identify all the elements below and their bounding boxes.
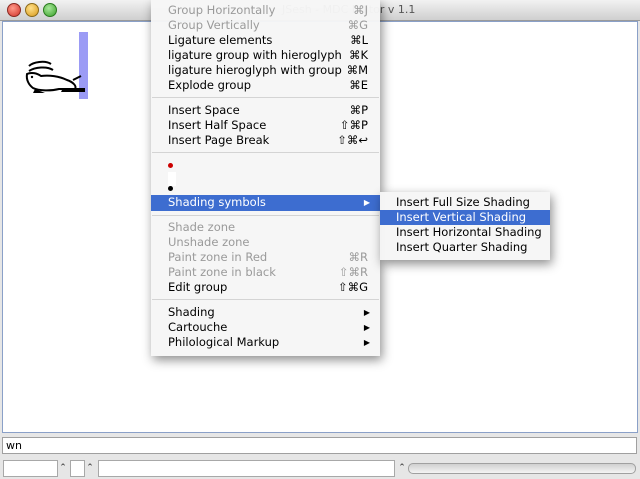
menu-item-label: Unshade zone	[168, 235, 250, 249]
menu-item-edit-group[interactable]: Edit group ⇧⌘G	[151, 280, 380, 295]
black-color-menu-item[interactable]	[168, 186, 173, 191]
submenu-arrow-icon: ▶	[363, 338, 370, 347]
info-stepper[interactable]: ⌃	[398, 460, 406, 475]
menu-item-explode-group[interactable]: Explode group ⌘E	[151, 78, 380, 93]
scale-slider[interactable]	[408, 463, 636, 474]
menu-item-unshade-zone[interactable]: Unshade zone	[151, 235, 380, 250]
shortcut-label: ⇧⌘↩	[337, 133, 368, 147]
mdc-text-field[interactable]: wn	[2, 437, 637, 454]
edit-menu: Group Horizontally ⌘J Group Vertically ⌘…	[151, 0, 380, 356]
menu-item-cartouche[interactable]: Cartouche ▶	[151, 320, 380, 335]
shortcut-label: ⌘E	[349, 78, 368, 92]
menu-item-label: Cartouche	[168, 320, 228, 334]
shortcut-label: ⇧⌘G	[337, 280, 368, 294]
menu-separator	[152, 215, 379, 216]
submenu-item-label: Insert Quarter Shading	[396, 240, 528, 254]
white-swatch	[168, 172, 176, 186]
shortcut-label: ⌘K	[348, 48, 368, 62]
menu-separator	[152, 152, 379, 153]
menu-item-shade-zone[interactable]: Shade zone	[151, 220, 380, 235]
menu-item-insert-space[interactable]: Insert Space ⌘P	[151, 103, 380, 118]
menu-item-label: Insert Page Break	[168, 133, 270, 147]
menu-item-ligature-hieroglyph-with-group[interactable]: ligature hieroglyph with group ⌘M	[151, 63, 380, 78]
menu-item-label: Insert Space	[168, 103, 240, 117]
menu-item-paint-zone-black[interactable]: Paint zone in black ⇧⌘R	[151, 265, 380, 280]
menu-item-label: Shade zone	[168, 220, 236, 234]
shortcut-label: ⌘J	[353, 3, 368, 17]
zoom-stepper[interactable]: ⌃	[59, 460, 67, 475]
menu-item-insert-half-space[interactable]: Insert Half Space ⇧⌘P	[151, 118, 380, 133]
red-color-menu-item[interactable]	[168, 163, 173, 168]
info-field[interactable]	[98, 460, 395, 477]
menu-item-label: Edit group	[168, 280, 228, 294]
menu-item-ligature-group-with-hieroglyph[interactable]: ligature group with hieroglyph ⌘K	[151, 48, 380, 63]
submenu-arrow-icon: ▶	[363, 198, 370, 207]
menu-item-ligature-elements[interactable]: Ligature elements ⌘L	[151, 33, 380, 48]
hare-hieroglyph-icon[interactable]	[23, 58, 87, 98]
menu-separator	[152, 97, 379, 98]
menu-item-philological-markup[interactable]: Philological Markup ▶	[151, 335, 380, 350]
shortcut-label: ⇧⌘R	[338, 265, 368, 279]
menu-item-label: ligature group with hieroglyph	[168, 48, 342, 62]
menu-item-label: Group Horizontally	[168, 3, 276, 17]
menu-item-label: Shading	[168, 305, 215, 319]
shortcut-label: ⌘P	[349, 103, 368, 117]
menu-item-insert-page-break[interactable]: Insert Page Break ⇧⌘↩	[151, 133, 380, 148]
submenu-item-label: Insert Full Size Shading	[396, 195, 530, 209]
menu-item-shading[interactable]: Shading ▶	[151, 305, 380, 320]
small-stepper[interactable]: ⌃	[86, 460, 94, 475]
minimize-button[interactable]	[25, 3, 39, 17]
submenu-item-full-size-shading[interactable]: Insert Full Size Shading	[380, 195, 550, 210]
menu-item-label: Paint zone in black	[168, 265, 276, 279]
shading-symbols-submenu: Insert Full Size Shading Insert Vertical…	[380, 192, 550, 260]
zoom-button[interactable]	[43, 3, 57, 17]
menu-item-label: Philological Markup	[168, 335, 280, 349]
shortcut-label: ⌘R	[348, 250, 369, 264]
submenu-item-vertical-shading[interactable]: Insert Vertical Shading	[380, 210, 550, 225]
submenu-item-horizontal-shading[interactable]: Insert Horizontal Shading	[380, 225, 550, 240]
submenu-item-label: Insert Vertical Shading	[396, 210, 527, 224]
menu-item-paint-zone-red[interactable]: Paint zone in Red ⌘R	[151, 250, 380, 265]
menu-item-label: Explode group	[168, 78, 252, 92]
submenu-arrow-icon: ▶	[363, 323, 370, 332]
close-button[interactable]	[7, 3, 21, 17]
menu-item-label: Insert Half Space	[168, 118, 267, 132]
zoom-field[interactable]	[3, 460, 58, 477]
menu-item-shading-symbols[interactable]: Shading symbols ▶	[151, 195, 380, 211]
menu-item-label: Group Vertically	[168, 18, 260, 32]
menu-item-group-vertically[interactable]: Group Vertically ⌘G	[151, 18, 380, 33]
menu-separator	[152, 299, 379, 300]
shortcut-label: ⌘L	[350, 33, 368, 47]
shortcut-label: ⌘M	[346, 63, 368, 77]
small-field[interactable]	[70, 460, 85, 477]
menu-item-label: ligature hieroglyph with group	[168, 63, 342, 77]
menu-item-label: Paint zone in Red	[168, 250, 268, 264]
submenu-item-quarter-shading[interactable]: Insert Quarter Shading	[380, 240, 550, 255]
submenu-item-label: Insert Horizontal Shading	[396, 225, 542, 239]
menu-item-label: Ligature elements	[168, 33, 273, 47]
menu-item-label: Shading symbols	[168, 195, 266, 209]
shortcut-label: ⌘G	[347, 18, 368, 32]
menu-item-group-horizontally[interactable]: Group Horizontally ⌘J	[151, 3, 380, 18]
submenu-arrow-icon: ▶	[363, 308, 370, 317]
shortcut-label: ⇧⌘P	[339, 118, 368, 132]
